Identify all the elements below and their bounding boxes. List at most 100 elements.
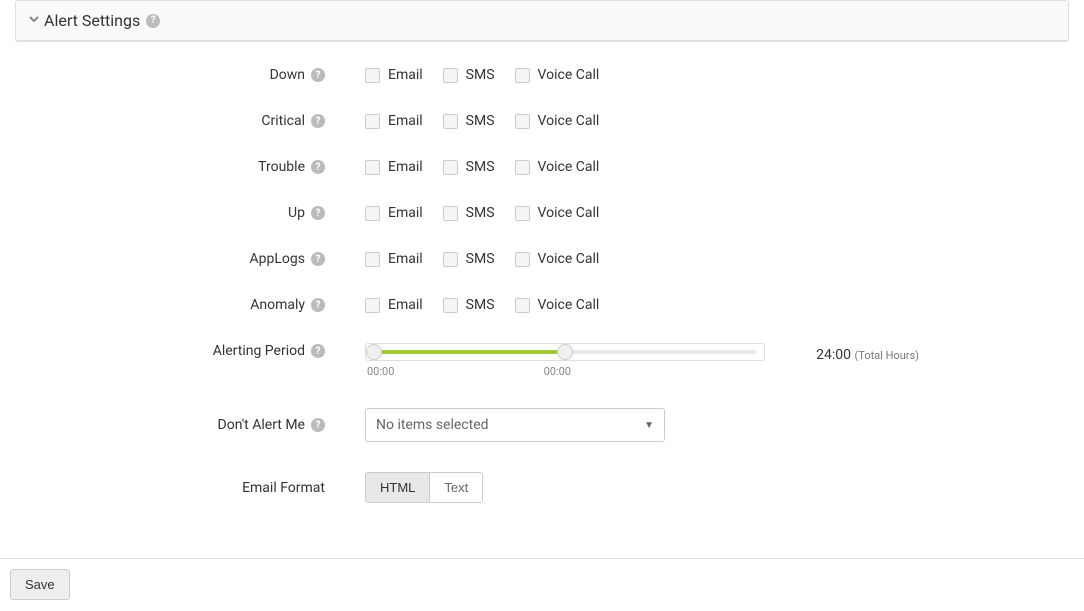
checkbox-sms: SMS — [443, 113, 495, 129]
checkbox-sms-label: SMS — [466, 159, 495, 175]
help-icon[interactable]: ? — [146, 14, 160, 28]
checkbox-email-box[interactable] — [365, 160, 380, 175]
checkbox-email: Email — [365, 67, 423, 83]
alert-settings-panel: Alert Settings ? — [15, 0, 1069, 42]
checkbox-voice-box[interactable] — [515, 298, 530, 313]
controls-trouble: Email SMS Voice Call — [335, 159, 599, 175]
label-text: Down — [270, 67, 305, 83]
label-anomaly: Anomaly ? — [15, 297, 335, 313]
label-critical: Critical ? — [15, 113, 335, 129]
slider-handle-end[interactable] — [557, 344, 573, 360]
checkbox-sms-label: SMS — [466, 251, 495, 267]
controls-applogs: Email SMS Voice Call — [335, 251, 599, 267]
chevron-down-icon — [28, 13, 40, 29]
checkbox-email: Email — [365, 297, 423, 313]
checkbox-voice: Voice Call — [515, 159, 600, 175]
slider-labels: 00:00 00:00 — [365, 361, 573, 378]
label-text: Don't Alert Me — [218, 417, 305, 433]
checkbox-email-box[interactable] — [365, 298, 380, 313]
save-button[interactable]: Save — [10, 569, 70, 600]
slider-end-label: 00:00 — [544, 365, 571, 378]
checkbox-sms-box[interactable] — [443, 160, 458, 175]
label-trouble: Trouble ? — [15, 159, 335, 175]
controls-dont-alert: No items selected ▼ — [335, 408, 665, 442]
checkbox-email-label: Email — [388, 251, 423, 267]
checkbox-email: Email — [365, 251, 423, 267]
label-email-format: Email Format — [15, 480, 335, 496]
checkbox-email: Email — [365, 205, 423, 221]
help-icon[interactable]: ? — [311, 160, 325, 174]
dropdown-selected: No items selected — [376, 417, 489, 433]
toggle-html[interactable]: HTML — [366, 473, 430, 502]
checkbox-voice-box[interactable] — [515, 68, 530, 83]
help-icon[interactable]: ? — [311, 206, 325, 220]
label-alerting-period: Alerting Period ? — [15, 343, 335, 359]
checkbox-voice-label: Voice Call — [538, 113, 600, 129]
controls-anomaly: Email SMS Voice Call — [335, 297, 599, 313]
panel-header[interactable]: Alert Settings ? — [16, 1, 1068, 41]
help-icon[interactable]: ? — [311, 418, 325, 432]
help-icon[interactable]: ? — [311, 298, 325, 312]
caret-down-icon: ▼ — [644, 420, 654, 431]
slider-track[interactable] — [374, 350, 756, 354]
label-text: Anomaly — [250, 297, 305, 313]
slider-start-label: 00:00 — [367, 365, 394, 378]
total-hours: 24:00 (Total Hours) — [816, 343, 1069, 363]
checkbox-sms-box[interactable] — [443, 68, 458, 83]
checkbox-sms-box[interactable] — [443, 206, 458, 221]
label-applogs: AppLogs ? — [15, 251, 335, 267]
row-email-format: Email Format HTML Text — [15, 472, 1069, 503]
checkbox-voice: Voice Call — [515, 297, 600, 313]
checkbox-voice-box[interactable] — [515, 160, 530, 175]
total-hours-label: (Total Hours) — [855, 349, 919, 362]
label-text: AppLogs — [250, 251, 305, 267]
label-down: Down ? — [15, 67, 335, 83]
checkbox-sms: SMS — [443, 67, 495, 83]
checkbox-email-box[interactable] — [365, 252, 380, 267]
label-text: Alerting Period — [213, 343, 305, 359]
row-trouble: Trouble ? Email SMS Voice Call — [15, 159, 1069, 175]
panel-title: Alert Settings — [44, 11, 140, 30]
slider-area: 00:00 00:00 — [335, 343, 765, 378]
label-text: Up — [288, 205, 305, 221]
checkbox-sms: SMS — [443, 297, 495, 313]
checkbox-email-box[interactable] — [365, 68, 380, 83]
checkbox-email-box[interactable] — [365, 206, 380, 221]
row-alerting-period: Alerting Period ? 00:00 00:00 24:00 — [15, 343, 1069, 378]
dont-alert-dropdown[interactable]: No items selected ▼ — [365, 408, 665, 442]
slider-handle-start[interactable] — [366, 344, 382, 360]
checkbox-voice-box[interactable] — [515, 252, 530, 267]
checkbox-voice-box[interactable] — [515, 114, 530, 129]
help-icon[interactable]: ? — [311, 344, 325, 358]
checkbox-voice-label: Voice Call — [538, 297, 600, 313]
checkbox-sms-label: SMS — [466, 113, 495, 129]
checkbox-voice-label: Voice Call — [538, 67, 600, 83]
row-anomaly: Anomaly ? Email SMS Voice Call — [15, 297, 1069, 313]
label-text: Critical — [261, 113, 305, 129]
checkbox-email: Email — [365, 159, 423, 175]
controls-down: Email SMS Voice Call — [335, 67, 599, 83]
toggle-text[interactable]: Text — [430, 473, 482, 502]
checkbox-sms-box[interactable] — [443, 298, 458, 313]
checkbox-email-label: Email — [388, 297, 423, 313]
checkbox-email-label: Email — [388, 159, 423, 175]
help-icon[interactable]: ? — [311, 114, 325, 128]
label-dont-alert: Don't Alert Me ? — [15, 417, 335, 433]
checkbox-email-box[interactable] — [365, 114, 380, 129]
checkbox-email-label: Email — [388, 205, 423, 221]
checkbox-voice: Voice Call — [515, 205, 600, 221]
checkbox-voice: Voice Call — [515, 113, 600, 129]
controls-up: Email SMS Voice Call — [335, 205, 599, 221]
controls-critical: Email SMS Voice Call — [335, 113, 599, 129]
checkbox-sms-label: SMS — [466, 297, 495, 313]
slider-track-outer — [365, 343, 765, 361]
label-text: Trouble — [258, 159, 305, 175]
checkbox-sms: SMS — [443, 205, 495, 221]
help-icon[interactable]: ? — [311, 68, 325, 82]
help-icon[interactable]: ? — [311, 252, 325, 266]
checkbox-voice-box[interactable] — [515, 206, 530, 221]
checkbox-sms-box[interactable] — [443, 114, 458, 129]
checkbox-sms-box[interactable] — [443, 252, 458, 267]
controls-email-format: HTML Text — [335, 472, 483, 503]
checkbox-voice-label: Voice Call — [538, 251, 600, 267]
